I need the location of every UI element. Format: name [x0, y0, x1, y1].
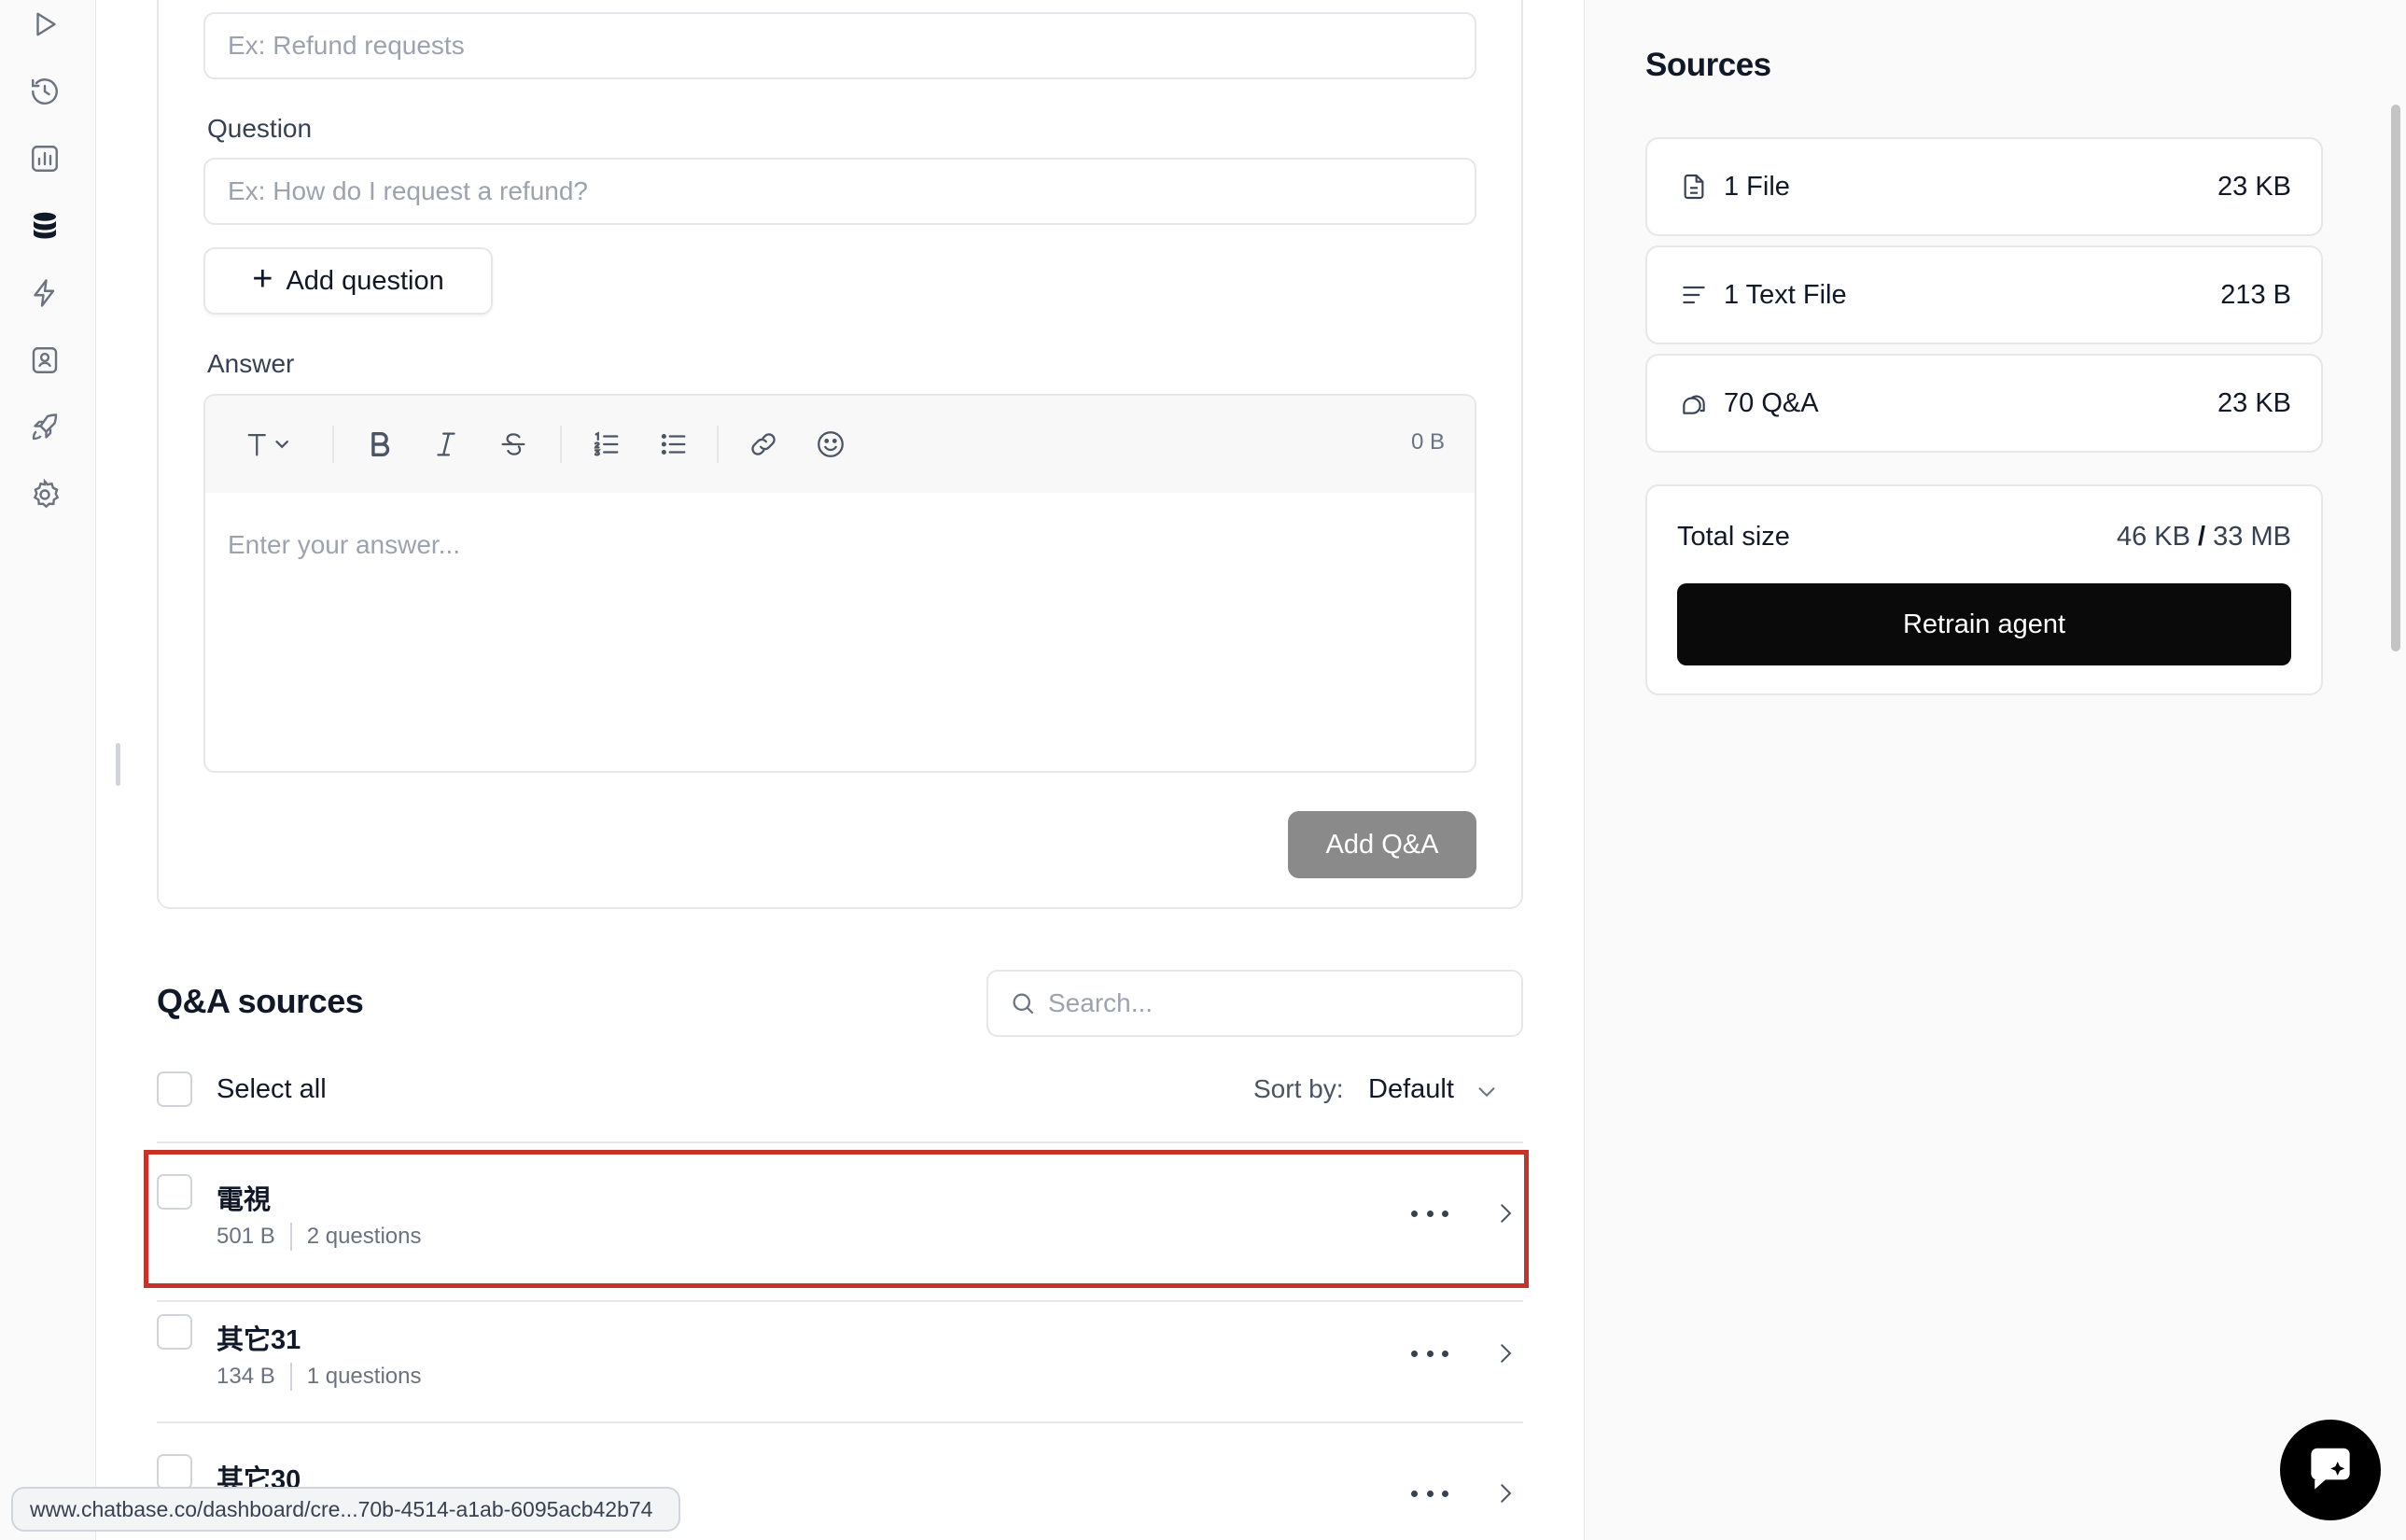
list-divider: [157, 1141, 1523, 1143]
resize-handle[interactable]: [116, 743, 120, 786]
answer-label: Answer: [207, 349, 295, 378]
question-label: Question: [207, 114, 313, 143]
source-qa-card: 70 Q&A 23 KB: [1645, 354, 2323, 453]
text-lines-icon: [1683, 286, 1705, 304]
source-files-card: 1 File 23 KB: [1645, 137, 2323, 236]
qa-search-input[interactable]: Search...: [986, 970, 1523, 1037]
chat-launcher-button[interactable]: [2280, 1420, 2381, 1520]
chevron-right-icon[interactable]: [1491, 1479, 1519, 1507]
strikethrough-icon[interactable]: [495, 426, 532, 463]
source-label: 1 File: [1724, 171, 1790, 202]
list-divider: [157, 1421, 1523, 1423]
question-input-placeholder: Ex: How do I request a refund?: [228, 176, 588, 205]
source-size: 23 KB: [2217, 387, 2291, 418]
chevron-down-icon[interactable]: [1473, 1078, 1501, 1106]
scrollbar-thumb[interactable]: [2391, 105, 2400, 651]
settings-gear-icon[interactable]: [22, 472, 67, 517]
activity-history-icon[interactable]: [22, 69, 67, 114]
emoji-icon[interactable]: [812, 426, 849, 463]
source-text-card: 1 Text File 213 B: [1645, 245, 2323, 344]
total-size-value: 46 KB / 33 MB: [2117, 522, 2291, 553]
add-question-button[interactable]: + Add question: [203, 247, 493, 315]
answer-textarea[interactable]: Enter your answer...: [205, 493, 1475, 597]
source-size: 213 B: [2220, 279, 2291, 310]
list-divider: [157, 1300, 1523, 1302]
link-icon[interactable]: [745, 426, 782, 463]
ordered-list-icon[interactable]: [588, 426, 625, 463]
text-style-icon[interactable]: [231, 426, 306, 463]
sort-label: Sort by:: [1253, 1074, 1344, 1103]
total-separator: /: [2198, 522, 2206, 552]
actions-bolt-icon[interactable]: [22, 271, 67, 315]
total-size-card: Total size 46 KB / 33 MB Retrain agent: [1645, 484, 2323, 695]
bold-icon[interactable]: [361, 426, 399, 463]
add-qa-button[interactable]: Add Q&A: [1288, 811, 1476, 878]
highlight-box: [144, 1150, 1529, 1288]
editor-toolbar: 0 B: [205, 396, 1475, 493]
title-input-placeholder: Ex: Refund requests: [228, 31, 465, 60]
sources-title: Sources: [1645, 47, 1771, 83]
item-question-count: 1 questions: [306, 1364, 422, 1389]
qa-sources-title: Q&A sources: [157, 982, 364, 1020]
source-label: 70 Q&A: [1724, 387, 1819, 418]
plus-icon: +: [252, 259, 273, 299]
source-size: 23 KB: [2217, 171, 2291, 202]
file-icon: [1684, 174, 1704, 200]
total-size-label: Total size: [1677, 522, 1790, 552]
search-placeholder: Search...: [1048, 988, 1154, 1017]
answer-size: 0 B: [1410, 429, 1445, 455]
status-url-bar: www.chatbase.co/dashboard/cre...70b-4514…: [11, 1487, 681, 1532]
total-limit: 33 MB: [2213, 522, 2291, 552]
select-all-label: Select all: [217, 1074, 327, 1104]
contacts-icon[interactable]: [22, 338, 67, 383]
chat-qa-icon: [1683, 395, 1705, 414]
select-all-checkbox[interactable]: [157, 1071, 192, 1107]
playground-play-icon[interactable]: [22, 2, 67, 47]
question-input[interactable]: Ex: How do I request a refund?: [203, 158, 1476, 225]
answer-editor[interactable]: 0 B Enter your answer...: [203, 394, 1476, 773]
bullet-list-icon[interactable]: [655, 426, 692, 463]
row-checkbox[interactable]: [157, 1314, 192, 1350]
add-question-label: Add question: [286, 265, 444, 296]
retrain-agent-button[interactable]: Retrain agent: [1677, 583, 2291, 665]
item-size: 134 B: [217, 1364, 275, 1389]
chevron-right-icon[interactable]: [1491, 1339, 1519, 1367]
sidebar: [0, 0, 96, 1540]
sort-dropdown[interactable]: Default: [1368, 1074, 1454, 1105]
analytics-chart-icon[interactable]: [22, 136, 67, 181]
sources-database-icon[interactable]: [22, 203, 67, 248]
list-item-title[interactable]: 其它31: [217, 1318, 301, 1357]
italic-icon[interactable]: [427, 426, 465, 463]
total-used: 46 KB: [2116, 522, 2190, 552]
chat-sparkle-icon: [2311, 1448, 2350, 1490]
more-options-icon[interactable]: [1411, 1344, 1448, 1363]
row-checkbox[interactable]: [157, 1454, 192, 1490]
list-item-meta: 134 B 1 questions: [217, 1363, 421, 1391]
more-options-icon[interactable]: [1411, 1484, 1448, 1503]
deploy-rocket-icon[interactable]: [22, 405, 67, 450]
search-icon: [1013, 993, 1034, 1015]
source-label: 1 Text File: [1724, 279, 1847, 310]
title-input[interactable]: Ex: Refund requests: [203, 12, 1476, 79]
